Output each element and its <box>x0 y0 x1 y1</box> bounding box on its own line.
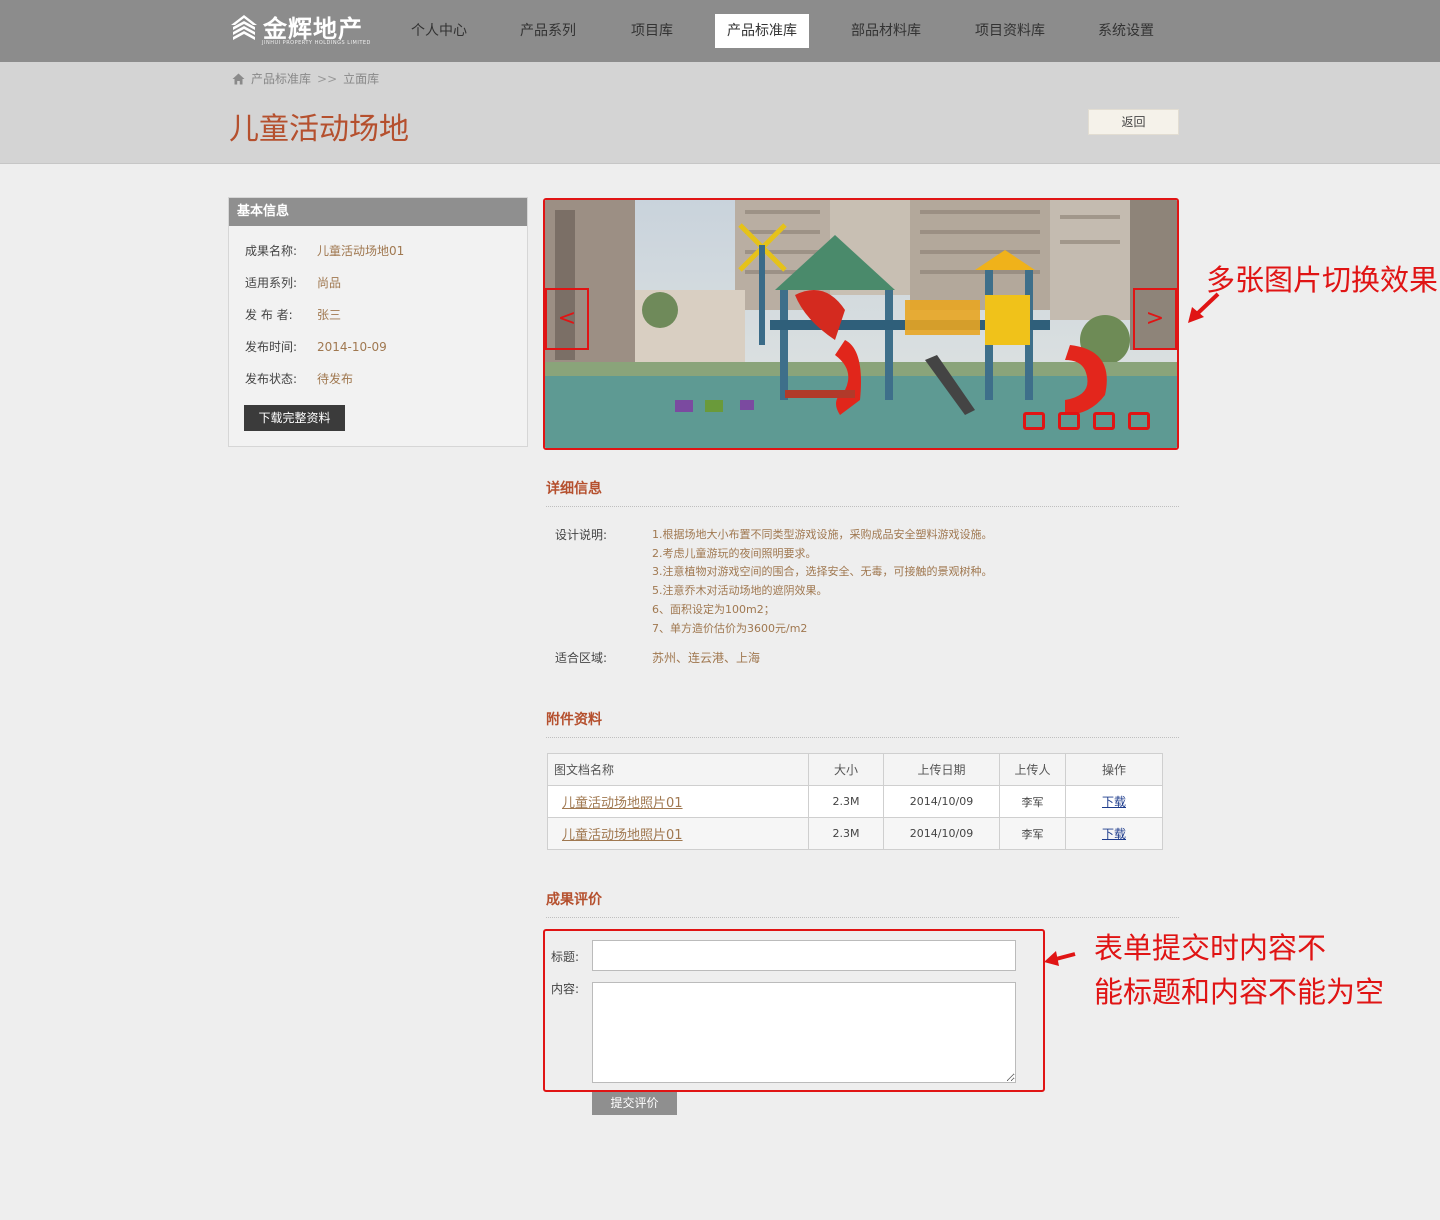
design-note: 2.考虑儿童游玩的夜间照明要求。 <box>652 546 817 560</box>
attachment-size: 2.3M <box>808 817 884 850</box>
form-annotation-line1: 表单提交时内容不 <box>1094 931 1327 965</box>
slider-next-arrow[interactable]: > <box>1133 288 1177 350</box>
page-header: 产品标准库 >> 立面库 儿童活动场地 返回 <box>0 62 1440 164</box>
review-title-input[interactable] <box>592 940 1016 971</box>
brand-subtitle: JINHUI PROPERTY HOLDINGS LIMITED <box>262 40 371 46</box>
slider-annotation: 多张图片切换效果 <box>1206 263 1439 297</box>
nav-item-system-settings[interactable]: 系统设置 <box>1086 14 1166 48</box>
col-header-action: 操作 <box>1065 753 1163 786</box>
info-value: 2014-10-09 <box>317 340 387 354</box>
download-link[interactable]: 下载 <box>1065 785 1163 818</box>
info-label: 成果名称: <box>245 244 298 258</box>
design-notes-list: 1.根据场地大小布置不同类型游戏设施，采购成品安全塑料游戏设施。 2.考虑儿童游… <box>652 526 993 638</box>
playground-photo <box>545 200 1177 448</box>
nav-item-project-docs-library[interactable]: 项目资料库 <box>963 14 1057 48</box>
detail-section-title: 详细信息 <box>546 478 1179 507</box>
basic-info-panel: 基本信息 成果名称: 儿童活动场地01 适用系列: 尚品 发 布 者: 张三 发布时间… <box>228 197 528 447</box>
slider-dot-2[interactable] <box>1058 412 1080 430</box>
download-full-data-button[interactable]: 下载完整资料 <box>244 405 345 431</box>
brand-name: 金辉地产 <box>263 15 363 43</box>
col-header-size: 大小 <box>808 753 884 786</box>
slider-dot-4[interactable] <box>1128 412 1150 430</box>
info-value: 张三 <box>317 308 342 322</box>
download-link[interactable]: 下载 <box>1065 817 1163 850</box>
nav-item-project-library[interactable]: 项目库 <box>619 14 685 48</box>
info-row-publish-status: 发布状态: 待发布 <box>245 370 353 387</box>
info-label: 发布时间: <box>245 340 298 354</box>
slider-pagination <box>1023 412 1163 430</box>
col-header-date: 上传日期 <box>883 753 1000 786</box>
design-note: 3.注意植物对游戏空间的围合，选择安全、无毒，可接触的景观树种。 <box>652 565 993 579</box>
info-value: 尚品 <box>317 276 342 290</box>
col-header-uploader: 上传人 <box>999 753 1066 786</box>
basic-info-title: 基本信息 <box>229 198 527 226</box>
design-note: 1.根据场地大小布置不同类型游戏设施，采购成品安全塑料游戏设施。 <box>652 528 993 541</box>
nav-item-product-standard-library[interactable]: 产品标准库 <box>715 14 809 48</box>
table-row: 儿童活动场地照片01 2.3M 2014/10/09 李军 下载 <box>547 785 1163 818</box>
info-row-publish-time: 发布时间: 2014-10-09 <box>245 338 387 355</box>
breadcrumb-current: 立面库 <box>343 72 380 86</box>
breadcrumb: 产品标准库 >> 立面库 <box>232 70 379 87</box>
top-nav-bar: 金辉地产 JINHUI PROPERTY HOLDINGS LIMITED 个人… <box>0 0 1440 62</box>
review-form: 标题: 内容: <box>543 929 1045 1092</box>
info-label: 发布状态: <box>245 372 298 386</box>
breadcrumb-root[interactable]: 产品标准库 <box>251 70 311 87</box>
review-section-title: 成果评价 <box>546 889 1179 918</box>
review-content-textarea[interactable] <box>592 982 1016 1083</box>
home-icon[interactable] <box>232 73 245 85</box>
attachment-uploader: 李军 <box>999 785 1066 818</box>
annotation-arrow-icon <box>1044 951 1076 966</box>
table-row: 儿童活动场地照片01 2.3M 2014/10/09 李军 下载 <box>547 817 1163 850</box>
attachment-date: 2014/10/09 <box>883 817 1000 850</box>
attachment-uploader: 李军 <box>999 817 1066 850</box>
attachment-name-link[interactable]: 儿童活动场地照片01 <box>547 785 809 818</box>
slider-dot-3[interactable] <box>1093 412 1115 430</box>
nav-item-product-series[interactable]: 产品系列 <box>508 14 588 48</box>
nav-item-personal-center[interactable]: 个人中心 <box>399 14 479 48</box>
form-annotation-line2: 能标题和内容不能为空 <box>1094 975 1385 1009</box>
submit-review-button[interactable]: 提交评价 <box>592 1092 677 1115</box>
region-value: 苏州、连云港、上海 <box>652 651 761 665</box>
nav-item-parts-materials-library[interactable]: 部品材料库 <box>839 14 933 48</box>
page-title: 儿童活动场地 <box>229 112 409 147</box>
table-header-row: 图文档名称 大小 上传日期 上传人 操作 <box>547 753 1163 786</box>
design-notes-label: 设计说明: <box>555 528 608 542</box>
slider-dot-1[interactable] <box>1023 412 1045 430</box>
design-note: 5.注意乔木对活动场地的遮阴效果。 <box>652 584 828 598</box>
info-row-publisher: 发 布 者: 张三 <box>245 306 341 323</box>
attachment-date: 2014/10/09 <box>883 785 1000 818</box>
back-button[interactable]: 返回 <box>1088 109 1179 135</box>
brand-logo[interactable]: 金辉地产 JINHUI PROPERTY HOLDINGS LIMITED <box>229 12 370 46</box>
image-slider[interactable]: < > <box>543 198 1179 450</box>
annotation-arrow-icon <box>1188 292 1220 323</box>
info-row-name: 成果名称: 儿童活动场地01 <box>245 242 404 259</box>
slider-prev-arrow[interactable]: < <box>545 288 589 350</box>
attachment-name-link[interactable]: 儿童活动场地照片01 <box>547 817 809 850</box>
region-label: 适合区域: <box>555 651 608 665</box>
col-header-name: 图文档名称 <box>547 753 809 786</box>
attachment-size: 2.3M <box>808 785 884 818</box>
review-content-label: 内容: <box>551 982 580 996</box>
logo-icon <box>231 15 257 40</box>
attachments-section-title: 附件资料 <box>546 709 1179 738</box>
info-label: 发 布 者: <box>245 308 293 322</box>
attachments-table: 图文档名称 大小 上传日期 上传人 操作 儿童活动场地照片01 2.3M 201… <box>547 753 1163 850</box>
review-title-label: 标题: <box>551 950 580 964</box>
info-value: 儿童活动场地01 <box>317 244 405 258</box>
design-note: 7、单方造价估价为3600元/m2 <box>652 621 808 635</box>
info-label: 适用系列: <box>245 276 298 290</box>
info-row-series: 适用系列: 尚品 <box>245 274 341 291</box>
breadcrumb-separator: >> <box>317 71 338 86</box>
design-note: 6、面积设定为100m2； <box>652 602 775 616</box>
info-value: 待发布 <box>317 372 354 386</box>
